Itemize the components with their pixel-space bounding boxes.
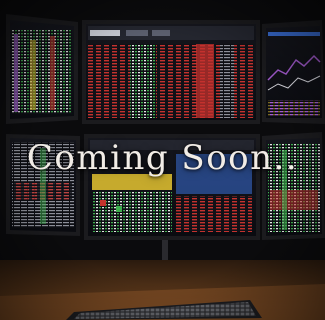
monitor-top-center (82, 20, 260, 124)
coming-soon-caption: Coming Soon.. (26, 138, 299, 178)
monitor-top-left (6, 14, 78, 124)
monitor-top-right (262, 20, 325, 124)
trading-desk-photo: Coming Soon.. (0, 0, 325, 320)
